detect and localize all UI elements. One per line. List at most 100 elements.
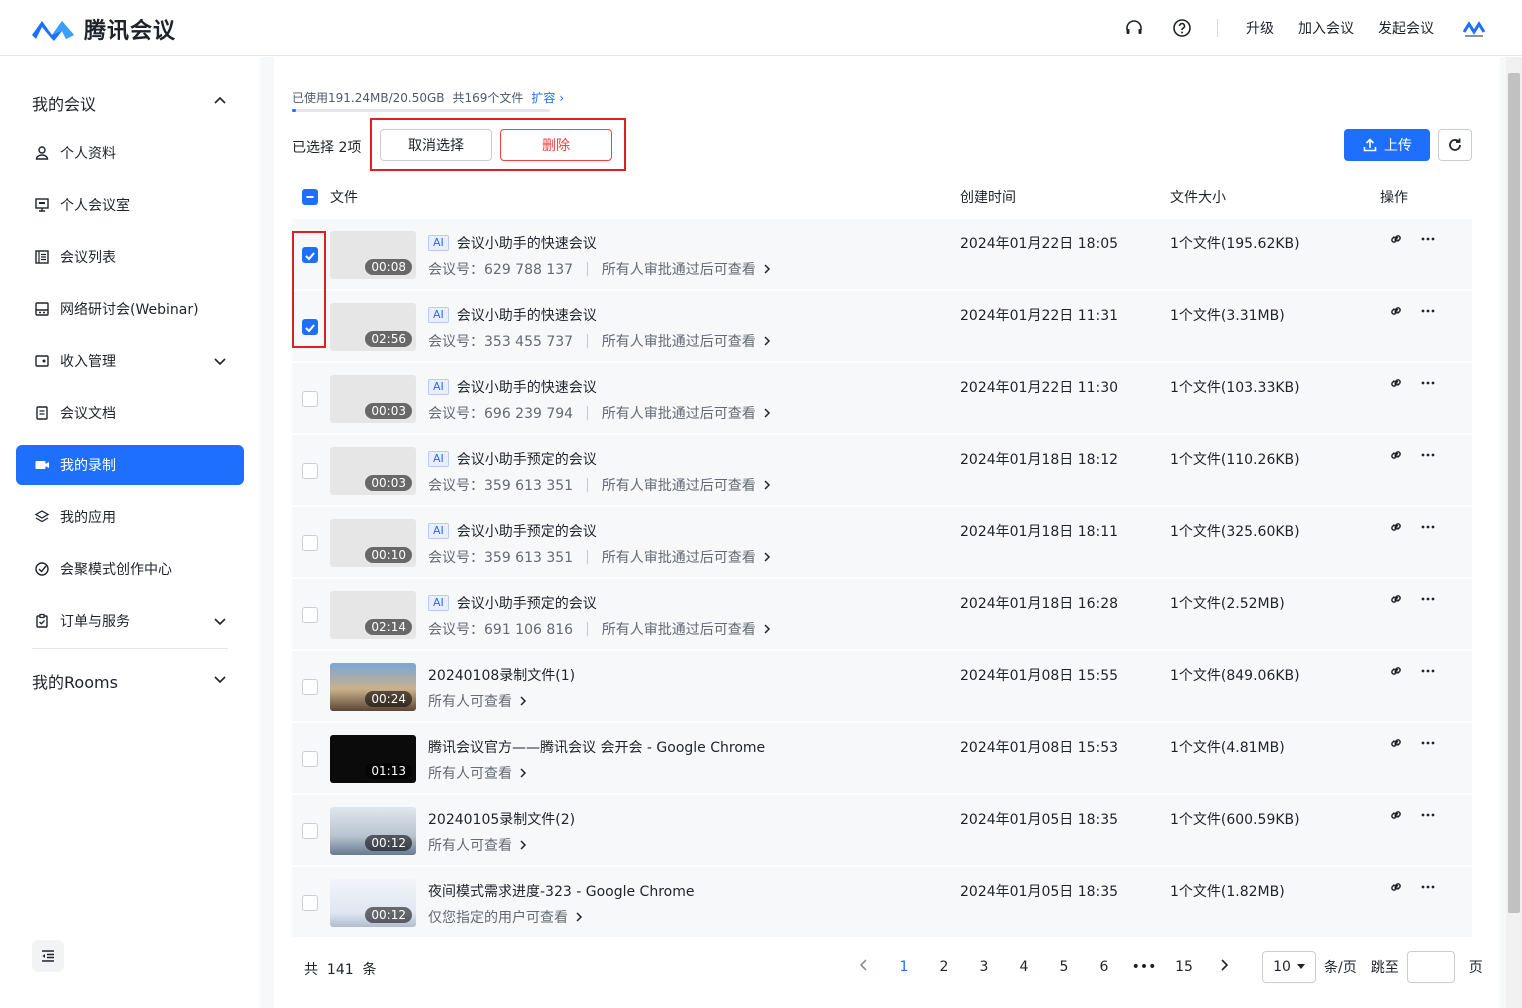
more-icon[interactable] — [1420, 447, 1436, 463]
link-icon[interactable] — [1388, 447, 1404, 463]
cancel-selection-button[interactable]: 取消选择 — [380, 129, 492, 161]
page-5[interactable]: 5 — [1044, 959, 1084, 975]
recording-title[interactable]: 20240105录制文件(2) — [428, 809, 575, 829]
chevron-down-icon[interactable] — [212, 613, 228, 629]
chevron-right-icon[interactable] — [572, 910, 586, 924]
permission-link[interactable]: 所有人可查看 — [428, 763, 512, 783]
more-icon[interactable] — [1420, 519, 1436, 535]
table-row[interactable]: 00:10 AI 会议小助手预定的会议 会议号：359 613 351 | 所有人审批… — [292, 507, 1472, 577]
video-thumbnail[interactable]: 02:56 — [330, 303, 416, 351]
video-thumbnail[interactable]: 00:03 — [330, 375, 416, 423]
upgrade-link[interactable]: 升级 — [1246, 18, 1274, 38]
page-1[interactable]: 1 — [884, 959, 924, 975]
video-thumbnail[interactable]: 00:24 — [330, 663, 416, 711]
row-checkbox[interactable] — [302, 895, 318, 911]
video-thumbnail[interactable]: 00:03 — [330, 447, 416, 495]
row-checkbox[interactable] — [302, 823, 318, 839]
link-icon[interactable] — [1388, 879, 1404, 895]
more-icon[interactable] — [1420, 591, 1436, 607]
page-ellipsis[interactable]: ••• — [1124, 959, 1164, 975]
row-checkbox[interactable] — [302, 607, 318, 623]
table-row[interactable]: 00:03 AI 会议小助手的快速会议 会议号：696 239 794 | 所有人审批… — [292, 363, 1472, 433]
start-meeting-link[interactable]: 发起会议 — [1378, 18, 1434, 38]
recording-title[interactable]: 会议小助手预定的会议 — [457, 449, 597, 469]
page-3[interactable]: 3 — [964, 959, 1004, 975]
more-icon[interactable] — [1420, 879, 1436, 895]
sidebar-item-apps[interactable]: 我的应用 — [16, 497, 244, 537]
table-row[interactable]: 00:24 20240108录制文件(1) 所有人可查看 2024年01月08日… — [292, 651, 1472, 721]
chevron-right-icon[interactable] — [760, 622, 774, 636]
recording-title[interactable]: 会议小助手的快速会议 — [457, 377, 597, 397]
permission-link[interactable]: 所有人审批通过后可查看 — [602, 619, 756, 639]
table-row[interactable]: 02:14 AI 会议小助手预定的会议 会议号：691 106 816 | 所有人审批… — [292, 579, 1472, 649]
chevron-down-icon[interactable] — [212, 353, 228, 369]
headset-icon[interactable] — [1123, 17, 1145, 39]
recording-title[interactable]: 腾讯会议官方——腾讯会议 会开会 - Google Chrome — [428, 737, 765, 757]
row-checkbox[interactable] — [302, 391, 318, 407]
page-4[interactable]: 4 — [1004, 959, 1044, 975]
recording-title[interactable]: 会议小助手的快速会议 — [457, 233, 597, 253]
link-icon[interactable] — [1388, 663, 1404, 679]
link-icon[interactable] — [1388, 231, 1404, 247]
more-icon[interactable] — [1420, 735, 1436, 751]
sidebar-item-profile[interactable]: 个人资料 — [16, 133, 244, 173]
sidebar-item-income[interactable]: 收入管理 — [16, 341, 244, 381]
page-2[interactable]: 2 — [924, 959, 964, 975]
chevron-right-icon[interactable] — [760, 334, 774, 348]
more-icon[interactable] — [1420, 303, 1436, 319]
sidebar-item-orders[interactable]: 订单与服务 — [16, 601, 244, 641]
join-meeting-link[interactable]: 加入会议 — [1298, 18, 1354, 38]
link-icon[interactable] — [1388, 591, 1404, 607]
help-icon[interactable] — [1171, 17, 1193, 39]
refresh-button[interactable] — [1438, 129, 1472, 161]
recording-title[interactable]: 会议小助手预定的会议 — [457, 593, 597, 613]
sidebar-item-recordings[interactable]: 我的录制 — [16, 445, 244, 485]
permission-link[interactable]: 所有人审批通过后可查看 — [602, 547, 756, 567]
sidebar-item-documents[interactable]: 会议文档 — [16, 393, 244, 433]
table-row[interactable]: 00:12 夜间模式需求进度-323 - Google Chrome 仅您指定的… — [292, 867, 1472, 937]
chevron-right-icon[interactable] — [760, 406, 774, 420]
header-size[interactable]: 文件大小 — [1170, 187, 1226, 207]
table-row[interactable]: 02:56 AI 会议小助手的快速会议 会议号：353 455 737 | 所有人审批… — [292, 291, 1472, 361]
row-checkbox[interactable] — [302, 751, 318, 767]
chevron-up-icon[interactable] — [212, 93, 228, 109]
app-logo[interactable]: 腾讯会议 — [30, 13, 176, 45]
more-icon[interactable] — [1420, 375, 1436, 391]
page-6[interactable]: 6 — [1084, 959, 1124, 975]
expand-storage-link[interactable]: 扩容 › — [531, 89, 564, 106]
video-thumbnail[interactable]: 02:14 — [330, 591, 416, 639]
permission-link[interactable]: 所有人审批通过后可查看 — [602, 259, 756, 279]
chevron-right-icon[interactable] — [516, 766, 530, 780]
video-thumbnail[interactable]: 00:12 — [330, 879, 416, 927]
recording-title[interactable]: 夜间模式需求进度-323 - Google Chrome — [428, 881, 694, 901]
recording-title[interactable]: 20240108录制文件(1) — [428, 665, 575, 685]
select-all-checkbox[interactable] — [302, 189, 318, 205]
chevron-right-icon[interactable] — [760, 550, 774, 564]
avatar[interactable] — [1462, 16, 1486, 40]
upload-button[interactable]: 上传 — [1344, 129, 1430, 161]
scrollbar-thumb[interactable] — [1508, 73, 1520, 913]
permission-link[interactable]: 所有人审批通过后可查看 — [602, 403, 756, 423]
sidebar-group-my-meetings[interactable]: 我的会议 — [32, 91, 96, 115]
recording-title[interactable]: 会议小助手的快速会议 — [457, 305, 597, 325]
prev-page-icon[interactable] — [844, 958, 884, 976]
permission-link[interactable]: 所有人审批通过后可查看 — [602, 331, 756, 351]
chevron-right-icon[interactable] — [516, 838, 530, 852]
video-thumbnail[interactable]: 01:13 — [330, 735, 416, 783]
sidebar-group-my-rooms[interactable]: 我的Rooms — [32, 669, 118, 693]
permission-link[interactable]: 所有人可查看 — [428, 691, 512, 711]
next-page-icon[interactable] — [1204, 958, 1244, 976]
chevron-right-icon[interactable] — [760, 478, 774, 492]
link-icon[interactable] — [1388, 519, 1404, 535]
page-size-select[interactable]: 10 — [1262, 951, 1316, 983]
sidebar-item-creative-center[interactable]: 会聚模式创作中心 — [16, 549, 244, 589]
more-icon[interactable] — [1420, 231, 1436, 247]
table-row[interactable]: 00:12 20240105录制文件(2) 所有人可查看 2024年01月05日… — [292, 795, 1472, 865]
header-created[interactable]: 创建时间 — [960, 187, 1016, 207]
sidebar-item-meeting-list[interactable]: 会议列表 — [16, 237, 244, 277]
row-checkbox[interactable] — [302, 679, 318, 695]
video-thumbnail[interactable]: 00:08 — [330, 231, 416, 279]
permission-link[interactable]: 所有人审批通过后可查看 — [602, 475, 756, 495]
chevron-right-icon[interactable] — [760, 262, 774, 276]
scrollbar[interactable] — [1506, 57, 1522, 1008]
